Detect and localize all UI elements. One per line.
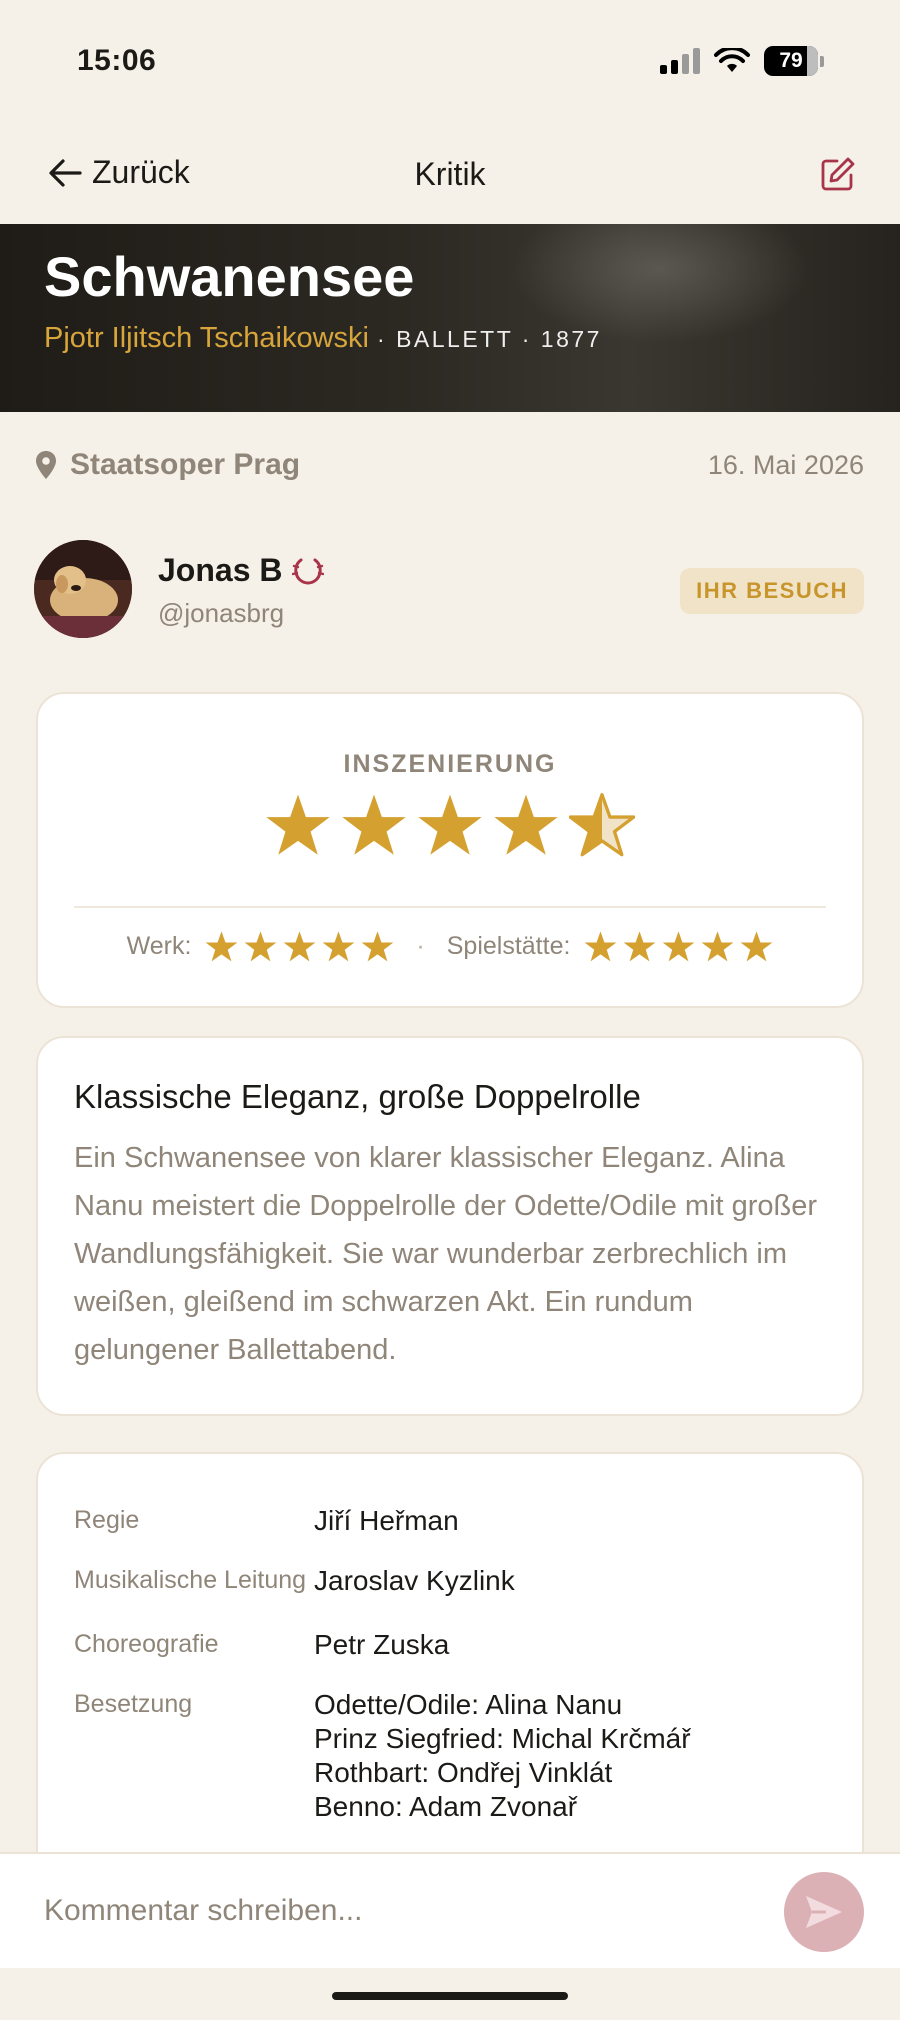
divider [74,906,826,908]
production-rating-stars [38,792,862,858]
cast-item: Benno: Adam Zvonař [314,1791,578,1822]
send-icon [806,1896,842,1928]
rating-label: INSZENIERUNG [343,750,557,778]
work-meta: · BALLETT · 1877 [377,326,602,352]
status-time: 15:06 [77,44,157,77]
star-full-icon [741,931,773,962]
sub-ratings: Werk: · Spielstätte: [38,930,862,963]
star-full-icon [245,931,277,962]
send-button[interactable] [784,1872,864,1952]
avatar-dog-image [34,540,132,638]
home-area [0,1968,900,2020]
cast-list: Odette/Odile: Alina Nanu Prinz Siegfried… [314,1688,691,1824]
star-full-icon [702,931,734,962]
star-full-icon [206,931,238,962]
werk-rating-stars [205,930,394,963]
review-body: Ein Schwanensee von klarer klassischer E… [74,1142,818,1366]
star-full-icon [362,931,394,962]
comment-bar [0,1852,900,1968]
battery-level: 79 [779,49,803,72]
credit-row: Choreografie Petr Zuska [74,1628,826,1662]
edit-icon [821,157,855,191]
credit-value: Jaroslav Kyzlink [314,1565,515,1596]
werk-label: Werk: [126,932,192,960]
star-full-icon [494,794,558,855]
composer-name[interactable]: Pjotr Iljitsch Tschaikowski [44,322,369,355]
work-subtitle: Pjotr Iljitsch Tschaikowski · BALLETT · … [44,322,602,355]
star-full-icon [663,931,695,962]
credit-value: Jiří Heřman [314,1505,459,1536]
credit-label: Regie [74,1506,140,1534]
nav-bar: Zurück Kritik [0,140,900,224]
visit-date: 16. Mai 2026 [707,449,864,480]
star-full-icon [585,931,617,962]
review-title: Klassische Eleganz, große Doppelrolle [74,1078,641,1115]
work-title: Schwanensee [44,245,415,308]
spielstaette-label: Spielstätte: [446,932,571,960]
visit-badge: IHR BESUCH [680,568,864,614]
venue-row: Staatsoper Prag 16. Mai 2026 [36,448,864,482]
hero-banner: Schwanensee Pjotr Iljitsch Tschaikowski … [0,224,900,412]
edit-button[interactable] [820,156,856,197]
signal-icon [660,48,700,74]
star-full-icon [342,794,406,855]
wifi-icon [714,48,750,72]
credit-label: Besetzung [74,1690,193,1718]
credit-row: Musikalische Leitung Jaroslav Kyzlink [74,1564,826,1598]
status-bar: 15:06 79 [0,0,900,130]
avatar[interactable] [34,540,132,638]
star-full-icon [624,931,656,962]
cast-item: Prinz Siegfried: Michal Krčmář [314,1723,691,1754]
venue-name: Staatsoper Prag [70,448,301,481]
star-half-icon [569,792,635,857]
rating-card: INSZENIERUNG Werk: · Spielstätte: [36,692,864,1008]
credit-label: Choreografie [74,1630,219,1658]
page-title: Kritik [414,156,486,192]
star-full-icon [284,931,316,962]
author-handle: @jonasbrg [158,598,285,628]
credit-label: Musikalische Leitung [74,1566,307,1594]
star-full-icon [323,931,355,962]
credit-value: Petr Zuska [314,1629,450,1660]
star-full-icon [266,794,330,855]
author-name-row: Jonas B [158,552,325,589]
status-icons: 79 [660,46,824,76]
cast-item: Rothbart: Ondřej Vinklát [314,1757,613,1788]
author-name: Jonas B [158,552,283,588]
star-full-icon [418,794,482,855]
separator-dot: · [416,932,425,960]
battery-icon: 79 [764,46,824,76]
review-card: Klassische Eleganz, große Doppelrolle Ei… [36,1036,864,1416]
location-pin-icon [36,451,56,479]
credit-row: Besetzung Odette/Odile: Alina Nanu Prinz… [74,1688,826,1824]
comment-input[interactable] [44,1894,744,1928]
spielstaette-rating-stars [584,930,773,963]
cast-item: Odette/Odile: Alina Nanu [314,1689,623,1720]
home-indicator [332,1992,568,2000]
author-row[interactable]: Jonas B @jonasbrg IHR BESUCH [34,540,864,640]
venue-link[interactable]: Staatsoper Prag [36,448,300,482]
laurel-icon [292,558,325,584]
credit-row: Regie Jiří Heřman [74,1504,826,1538]
